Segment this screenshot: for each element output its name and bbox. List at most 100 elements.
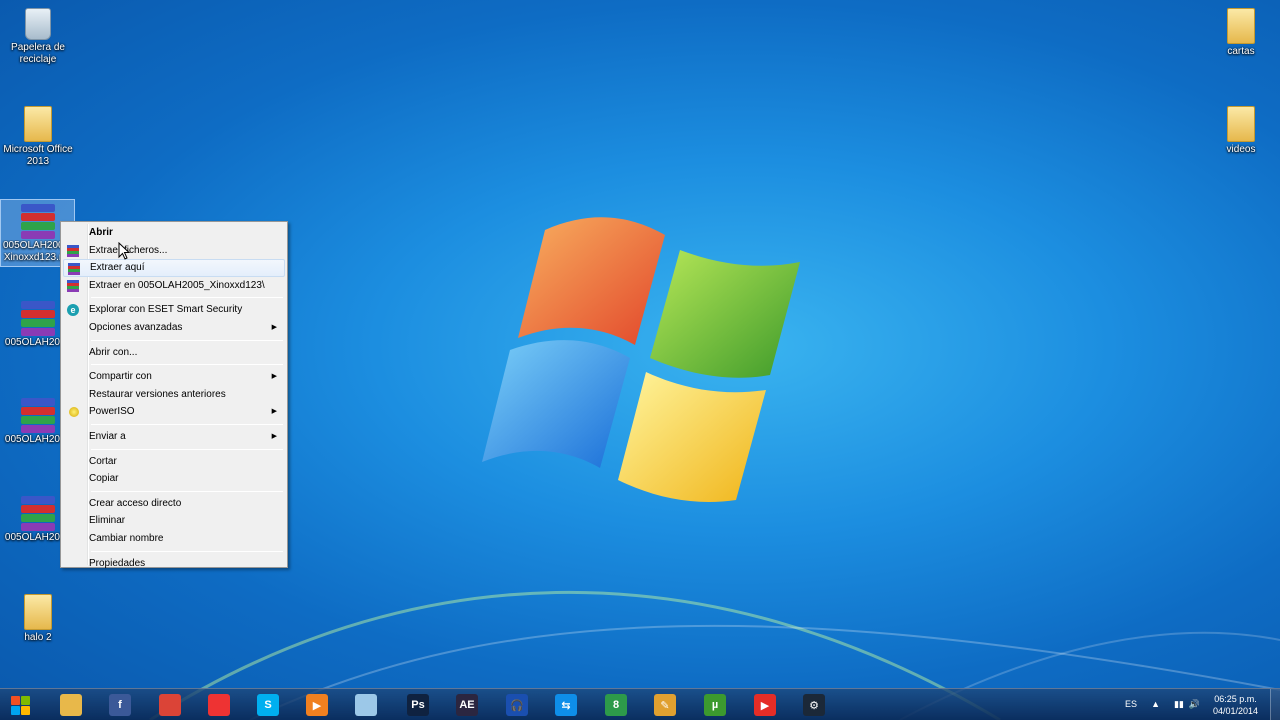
taskbar-button-app-8[interactable]: 8	[594, 691, 638, 719]
folder-icon	[1227, 8, 1255, 44]
desktop-icon-cartas-folder[interactable]: cartas	[1203, 4, 1279, 58]
menu-item-opciones-avanzadas[interactable]: Opciones avanzadas ▶	[63, 319, 285, 337]
clock-time: 06:25 p.m.	[1214, 694, 1257, 704]
desktop-icon-office-folder[interactable]: Microsoft Office 2013	[0, 102, 76, 168]
menu-separator	[91, 490, 283, 492]
after-effects-icon: AE	[456, 694, 478, 716]
taskbar-button-steam[interactable]: ⚙	[792, 691, 836, 719]
media-player-icon: ▶	[306, 694, 328, 716]
winrar-archive-icon	[20, 204, 55, 239]
menu-item-compartir-con[interactable]: Compartir con ▶	[63, 368, 285, 386]
submenu-arrow-icon: ▶	[271, 373, 277, 381]
menu-item-label: Restaurar versiones anteriores	[89, 388, 226, 400]
menu-item-label: PowerISO	[89, 406, 135, 418]
network-icon[interactable]: ▮▮	[1174, 699, 1184, 710]
clock[interactable]: 06:25 p.m. 04/01/2014	[1213, 693, 1258, 717]
headphones-icon: 🎧	[506, 694, 528, 716]
menu-item-extraer-ficheros[interactable]: Extraer ficheros...	[63, 242, 285, 260]
taskbar-button-windows-explorer[interactable]	[49, 691, 93, 719]
winrar-icon	[67, 279, 79, 292]
taskbar-button-facebook[interactable]: f	[98, 691, 142, 719]
menu-item-label: Copiar	[89, 473, 119, 485]
taskbar-button-skype[interactable]: S	[246, 691, 290, 719]
winrar-archive-icon	[21, 398, 55, 433]
taskbar-button-photoshop[interactable]: Ps	[396, 691, 440, 719]
brush-icon: ✎	[654, 694, 676, 716]
menu-item-propiedades[interactable]: Propiedades	[63, 555, 285, 573]
taskbar-button-paint-brush[interactable]: ✎	[643, 691, 687, 719]
menu-separator	[91, 364, 283, 366]
show-hidden-icons-arrow-icon[interactable]: ▲	[1151, 699, 1160, 709]
volume-icon[interactable]: 🔊	[1189, 699, 1200, 710]
menu-separator	[91, 339, 283, 341]
desktop-icon-label: cartas	[1227, 46, 1255, 57]
submenu-arrow-icon: ▶	[271, 408, 277, 416]
utorrent-icon: µ	[704, 694, 726, 716]
menu-item-crear-acceso-directo[interactable]: Crear acceso directo	[63, 495, 285, 513]
menu-item-label: Propiedades	[89, 557, 146, 569]
menu-item-cortar[interactable]: Cortar	[63, 453, 285, 471]
menu-item-label: Cortar	[89, 455, 117, 467]
mouse-cursor-icon	[118, 242, 130, 260]
taskbar-button-chrome[interactable]	[148, 691, 192, 719]
skype-icon: S	[257, 694, 279, 716]
steam-icon: ⚙	[803, 694, 825, 716]
desktop-icon-halo-folder[interactable]: halo 2	[0, 590, 76, 644]
submenu-arrow-icon: ▶	[271, 432, 277, 440]
recycle-bin-icon	[25, 8, 51, 40]
menu-item-eset-scan[interactable]: e Explorar con ESET Smart Security	[63, 301, 285, 319]
menu-item-cambiar-nombre[interactable]: Cambiar nombre	[63, 530, 285, 548]
show-desktop-button[interactable]	[1270, 689, 1280, 720]
language-indicator[interactable]: ES	[1125, 699, 1137, 709]
taskbar: f S ▶ Ps AE 🎧 ⇆ 8 ✎ µ ▶ ⚙ ES ▲ ▮▮ 🔊 06:25 p.m. 04/0…	[0, 688, 1280, 720]
menu-item-poweriso[interactable]: PowerISO ▶	[63, 403, 285, 421]
winrar-icon	[68, 263, 80, 276]
winrar-archive-icon	[21, 496, 55, 531]
taskbar-button-utorrent[interactable]: µ	[693, 691, 737, 719]
menu-separator	[91, 448, 283, 450]
menu-item-label: Crear acceso directo	[89, 497, 182, 509]
winrar-icon	[67, 244, 79, 257]
menu-item-label: Opciones avanzadas	[89, 321, 183, 333]
taskbar-button-media-player[interactable]: ▶	[295, 691, 339, 719]
desktop-icon-label: halo 2	[24, 632, 52, 643]
teamviewer-icon: ⇆	[555, 694, 577, 716]
context-menu: Abrir Extraer ficheros... Extraer aquí E…	[60, 221, 288, 569]
winrar-archive-icon	[21, 301, 55, 336]
menu-separator	[91, 423, 283, 425]
taskbar-button-youtube[interactable]: ▶	[743, 691, 787, 719]
menu-item-copiar[interactable]: Copiar	[63, 470, 285, 488]
taskbar-button-teamviewer[interactable]: ⇆	[544, 691, 588, 719]
taskbar-button-after-effects[interactable]: AE	[445, 691, 489, 719]
menu-item-label: Extraer en 005OLAH2005_Xinoxxd123\	[89, 279, 265, 291]
desktop-icon-label: Microsoft Office 2013	[3, 144, 73, 167]
menu-item-label: Eliminar	[89, 515, 126, 527]
menu-item-label: Extraer aquí	[90, 262, 145, 274]
folder-icon	[60, 694, 82, 716]
desktop-icon-videos-folder[interactable]: videos	[1203, 102, 1279, 156]
photoshop-icon: Ps	[407, 694, 429, 716]
taskbar-button-notepad[interactable]	[344, 691, 388, 719]
menu-item-abrir[interactable]: Abrir	[63, 224, 285, 242]
menu-item-enviar-a[interactable]: Enviar a ▶	[63, 428, 285, 446]
menu-item-label: Cambiar nombre	[89, 532, 164, 544]
menu-item-eliminar[interactable]: Eliminar	[63, 512, 285, 530]
desktop-icon-recycle-bin[interactable]: Papelera de reciclaje	[0, 4, 76, 66]
eset-icon: e	[67, 304, 79, 317]
folder-icon	[24, 106, 52, 142]
folder-icon	[1227, 106, 1255, 142]
taskbar-button-headphones-app[interactable]: 🎧	[495, 691, 539, 719]
desktop-icon-label: videos	[1226, 144, 1256, 155]
menu-item-label: Enviar a	[89, 430, 126, 442]
menu-separator	[91, 550, 283, 552]
menu-item-restaurar-versiones[interactable]: Restaurar versiones anteriores	[63, 386, 285, 404]
menu-item-extraer-aqui[interactable]: Extraer aquí	[63, 259, 285, 277]
start-button[interactable]	[4, 692, 36, 718]
menu-item-extraer-en[interactable]: Extraer en 005OLAH2005_Xinoxxd123\	[63, 277, 285, 295]
poweriso-icon	[69, 407, 79, 418]
colored-squares-icon	[208, 694, 230, 716]
taskbar-button-windows-store[interactable]	[197, 691, 241, 719]
menu-item-abrir-con[interactable]: Abrir con...	[63, 344, 285, 362]
folder-icon	[24, 594, 52, 630]
notepad-icon	[355, 694, 377, 716]
